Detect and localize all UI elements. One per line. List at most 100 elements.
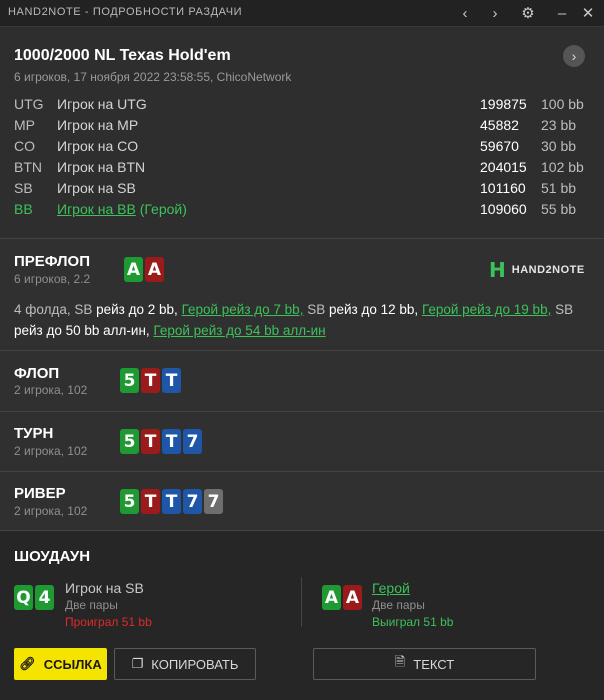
villain-cards: Q 4 bbox=[14, 585, 54, 610]
player-name: Игрок на UTG bbox=[57, 96, 147, 112]
player-stack-bb: 100 bb bbox=[541, 96, 584, 112]
player-stack-bb: 102 bb bbox=[541, 159, 584, 175]
player-stack-bb: 55 bb bbox=[541, 201, 577, 217]
gear-icon[interactable]: ⚙ bbox=[518, 3, 538, 23]
flop-section bbox=[0, 350, 604, 411]
villain-result: Проиграл 51 bb bbox=[65, 615, 152, 629]
chevron-right-icon: › bbox=[571, 48, 577, 64]
player-row: CO Игрок на CO 59670 30 bb bbox=[0, 138, 604, 158]
flop-subtitle: 2 игрока, 102 bbox=[14, 383, 88, 397]
text-button[interactable]: 🗎︎ ТЕКСТ bbox=[313, 648, 536, 680]
copy-button-label: КОПИРОВАТЬ bbox=[151, 656, 239, 672]
title-bar: HAND2NOTE - ПОДРОБНОСТИ РАЗДАЧИ ‹ › ⚙ – … bbox=[0, 0, 604, 26]
player-stack-bb: 23 bb bbox=[541, 117, 577, 133]
card: T bbox=[141, 429, 160, 454]
text-button-label: ТЕКСТ bbox=[413, 656, 455, 672]
hand2note-logo: H HAND2NOTE bbox=[489, 258, 585, 282]
hero-action-link[interactable]: Герой рейз до 7 bb, bbox=[182, 302, 304, 317]
card: Q bbox=[14, 585, 33, 610]
link-button-label: ССЫЛКА bbox=[43, 656, 102, 672]
player-stack: 101160 bbox=[480, 180, 526, 196]
player-row-hero: BB Игрок на BB (Герой) 109060 55 bb bbox=[0, 201, 604, 221]
player-name: Игрок на CO bbox=[57, 138, 139, 154]
logo-text: HAND2NOTE bbox=[511, 264, 585, 276]
card: T bbox=[141, 489, 160, 514]
player-stack: 199875 bbox=[480, 96, 527, 112]
document-icon: 🗎︎ bbox=[394, 654, 406, 669]
hero-result: Выиграл 51 bb bbox=[372, 615, 454, 629]
player-row: MP Игрок на MP 45882 23 bb bbox=[0, 117, 604, 137]
card: T bbox=[162, 429, 181, 454]
game-title: 1000/2000 NL Texas Hold'em bbox=[14, 47, 231, 64]
player-position: SB bbox=[14, 180, 33, 196]
card: A bbox=[343, 585, 362, 610]
preflop-actions: 4 фолда, SB рейз до 2 bb, Герой рейз до … bbox=[14, 302, 574, 338]
chevron-left-icon[interactable]: ‹ bbox=[455, 3, 475, 23]
river-title: РИВЕР bbox=[14, 485, 66, 502]
hero-action-link[interactable]: Герой рейз до 54 bb алл-ин bbox=[153, 323, 325, 338]
hero-name-link[interactable]: Герой bbox=[372, 580, 410, 596]
chevron-right-icon[interactable]: › bbox=[485, 3, 505, 23]
player-stack: 109060 bbox=[480, 201, 527, 217]
player-name: Игрок на SB bbox=[57, 180, 136, 196]
player-stack: 45882 bbox=[480, 117, 519, 133]
villain-hand-rank: Две пары bbox=[65, 598, 118, 612]
preflop-subtitle: 6 игроков, 2.2 bbox=[14, 272, 91, 286]
card: T bbox=[162, 489, 181, 514]
copy-icon: ❐ bbox=[131, 656, 144, 671]
card: 5 bbox=[120, 429, 139, 454]
minimize-icon[interactable]: – bbox=[552, 3, 572, 23]
river-subtitle: 2 игрока, 102 bbox=[14, 504, 88, 518]
player-position: BB bbox=[14, 201, 33, 217]
preflop-title: ПРЕФЛОП bbox=[14, 253, 90, 270]
river-board-cards: 5 T T 7 7 bbox=[120, 489, 223, 514]
flop-title: ФЛОП bbox=[14, 365, 60, 382]
card: 5 bbox=[120, 368, 139, 393]
showdown-title: ШОУДАУН bbox=[14, 548, 91, 565]
player-name: Игрок на MP bbox=[57, 117, 139, 133]
link-button[interactable]: 🔗︎ ССЫЛКА bbox=[14, 648, 107, 680]
player-stack: 59670 bbox=[480, 138, 519, 154]
player-position: CO bbox=[14, 138, 35, 154]
card: T bbox=[141, 368, 160, 393]
copy-button[interactable]: ❐ КОПИРОВАТЬ bbox=[114, 648, 256, 680]
player-row: BTN Игрок на BTN 204015 102 bb bbox=[0, 159, 604, 179]
card: A bbox=[124, 257, 143, 282]
player-row: SB Игрок на SB 101160 51 bb bbox=[0, 180, 604, 200]
turn-board-cards: 5 T T 7 bbox=[120, 429, 202, 454]
turn-title: ТУРН bbox=[14, 425, 54, 442]
player-stack: 204015 bbox=[480, 159, 527, 175]
turn-subtitle: 2 игрока, 102 bbox=[14, 444, 88, 458]
card: A bbox=[322, 585, 341, 610]
player-position: UTG bbox=[14, 96, 44, 112]
hero-showdown-cards: A A bbox=[322, 585, 362, 610]
river-section bbox=[0, 471, 604, 530]
player-name: Игрок на BTN bbox=[57, 159, 146, 175]
turn-section bbox=[0, 411, 604, 471]
hero-hole-cards: A A bbox=[124, 257, 164, 282]
villain-name: Игрок на SB bbox=[65, 580, 144, 596]
card: 7 bbox=[183, 489, 202, 514]
hero-action-link[interactable]: Герой рейз до 19 bb, bbox=[422, 302, 551, 317]
player-row: UTG Игрок на UTG 199875 100 bb bbox=[0, 96, 604, 116]
player-stack-bb: 51 bb bbox=[541, 180, 577, 196]
player-position: MP bbox=[14, 117, 35, 133]
logo-mark: H bbox=[489, 258, 506, 282]
card: T bbox=[162, 368, 181, 393]
hero-player-name[interactable]: Игрок на BB (Герой) bbox=[57, 201, 187, 217]
flop-board-cards: 5 T T bbox=[120, 368, 181, 393]
card: 5 bbox=[120, 489, 139, 514]
link-icon: 🔗︎ bbox=[19, 656, 36, 671]
card: 7 bbox=[183, 429, 202, 454]
next-hand-button[interactable]: › bbox=[563, 45, 585, 67]
showdown-divider bbox=[301, 577, 302, 627]
card: A bbox=[145, 257, 164, 282]
card: 7 bbox=[204, 489, 223, 514]
hero-hand-rank: Две пары bbox=[372, 598, 425, 612]
close-icon[interactable]: ✕ bbox=[578, 3, 598, 23]
game-subtitle: 6 игроков, 17 ноября 2022 23:58:55, Chic… bbox=[14, 70, 292, 84]
card: 4 bbox=[35, 585, 54, 610]
window-title: HAND2NOTE - ПОДРОБНОСТИ РАЗДАЧИ bbox=[8, 6, 243, 18]
player-position: BTN bbox=[14, 159, 42, 175]
player-stack-bb: 30 bb bbox=[541, 138, 577, 154]
